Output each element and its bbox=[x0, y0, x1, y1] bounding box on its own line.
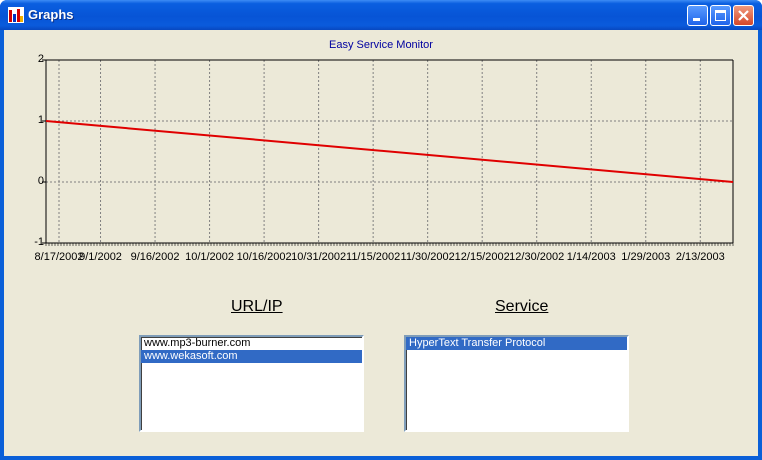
y-tick-label: 0 bbox=[37, 175, 44, 187]
y-tick-label: 2 bbox=[37, 53, 44, 65]
y-tick-label: -1 bbox=[34, 236, 44, 248]
x-tick-label: 9/1/2002 bbox=[79, 251, 122, 263]
x-tick-label: 11/30/2002 bbox=[400, 251, 455, 263]
x-tick-label: 11/15/2002 bbox=[346, 251, 401, 263]
list-item-url-selected[interactable]: www.wekasoft.com bbox=[141, 350, 362, 363]
x-tick-label: 1/29/2003 bbox=[621, 251, 671, 263]
title-bar[interactable]: Graphs bbox=[0, 0, 762, 30]
list-item-service-selected[interactable]: HyperText Transfer Protocol bbox=[406, 337, 627, 350]
x-tick-label: 1/14/2003 bbox=[566, 251, 616, 263]
x-tick-label: 10/31/2002 bbox=[291, 251, 347, 263]
x-tick-label: 12/30/2002 bbox=[509, 251, 565, 263]
line-chart bbox=[42, 59, 734, 246]
window-title: Graphs bbox=[28, 7, 74, 22]
bar-chart-icon bbox=[8, 7, 24, 23]
y-tick-label: 1 bbox=[37, 114, 44, 126]
x-tick-label: 2/13/2003 bbox=[675, 251, 725, 263]
x-tick-label: 12/15/2002 bbox=[454, 251, 510, 263]
x-tick-label: 8/17/2002 bbox=[34, 251, 84, 263]
x-tick-label: 10/16/2002 bbox=[236, 251, 292, 263]
window-client-area: Easy Service Monitor 2 1 0 -1 8/17/2002 9/1/2… bbox=[4, 30, 758, 456]
graphs-window: Graphs Easy Service Monitor 2 1 0 -1 8/17/20… bbox=[0, 0, 762, 460]
url-ip-header: URL/IP bbox=[231, 298, 283, 315]
x-tick-label: 10/1/2002 bbox=[185, 251, 235, 263]
x-tick-label: 9/16/2002 bbox=[130, 251, 180, 263]
minimize-icon bbox=[693, 18, 700, 21]
service-header: Service bbox=[495, 298, 549, 315]
list-item-url[interactable]: www.mp3-burner.com bbox=[141, 337, 362, 350]
maximize-button[interactable] bbox=[710, 5, 731, 26]
maximize-icon bbox=[715, 10, 726, 21]
minimize-button[interactable] bbox=[687, 5, 708, 26]
service-listbox[interactable]: HyperText Transfer Protocol bbox=[404, 335, 629, 432]
close-button[interactable] bbox=[733, 5, 754, 26]
url-ip-listbox[interactable]: www.mp3-burner.com www.wekasoft.com bbox=[139, 335, 364, 432]
close-icon bbox=[738, 10, 749, 21]
series-line bbox=[45, 120, 734, 183]
